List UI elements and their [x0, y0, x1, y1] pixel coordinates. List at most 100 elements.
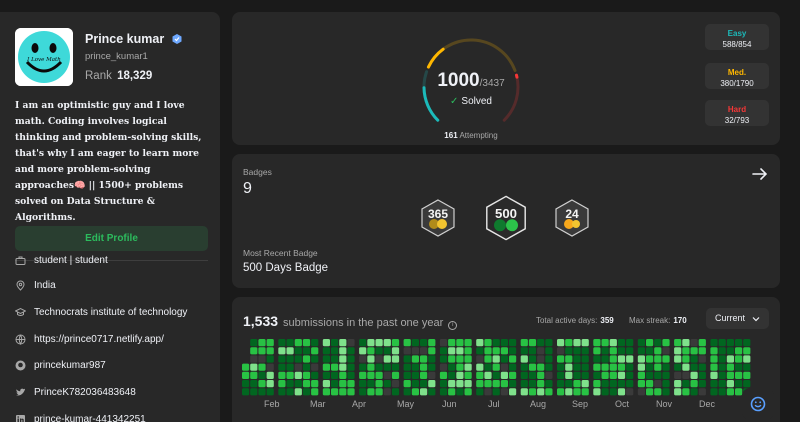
heatmap-cell[interactable] [266, 388, 274, 396]
heatmap-cell[interactable] [537, 371, 545, 379]
heatmap-cell[interactable] [698, 347, 706, 355]
heatmap-cell[interactable] [347, 380, 355, 388]
heatmap-cell[interactable] [573, 355, 581, 363]
difficulty-medium[interactable]: Med. 380/1790 [705, 63, 769, 89]
heatmap-cell[interactable] [718, 339, 726, 347]
heatmap-cell[interactable] [646, 388, 654, 396]
heatmap-cell[interactable] [509, 347, 517, 355]
heatmap-cell[interactable] [528, 347, 537, 355]
heatmap-cell[interactable] [581, 363, 589, 371]
heatmap-cell[interactable] [492, 339, 500, 347]
heatmap-cell[interactable] [242, 363, 250, 371]
heatmap-cell[interactable] [654, 380, 662, 388]
heatmap-cell[interactable] [710, 355, 718, 363]
heatmap-cell[interactable] [278, 388, 286, 396]
heatmap-cell[interactable] [662, 339, 670, 347]
heatmap-cell[interactable] [674, 388, 682, 396]
heatmap-cell[interactable] [411, 339, 419, 347]
heatmap-cell[interactable] [682, 388, 690, 396]
heatmap-cell[interactable] [286, 388, 294, 396]
heatmap-cell[interactable] [367, 388, 375, 396]
heatmap-cell[interactable] [545, 380, 553, 388]
heatmap-cell[interactable] [646, 347, 654, 355]
heatmap-cell[interactable] [537, 347, 545, 355]
heatmap-cell[interactable] [302, 347, 311, 355]
difficulty-hard[interactable]: Hard 32/793 [705, 100, 769, 126]
heatmap-cell[interactable] [242, 388, 250, 396]
heatmap-cell[interactable] [242, 380, 250, 388]
heatmap-cell[interactable] [698, 339, 706, 347]
heatmap-cell[interactable] [322, 347, 330, 355]
heatmap-cell[interactable] [439, 347, 448, 355]
heatmap-cell[interactable] [509, 363, 517, 371]
heatmap-cell[interactable] [331, 347, 339, 355]
edit-profile-button[interactable]: Edit Profile [15, 226, 208, 251]
heatmap-cell[interactable] [464, 363, 472, 371]
heatmap-cell[interactable] [302, 380, 311, 388]
heatmap-cell[interactable] [718, 363, 726, 371]
heatmap-cell[interactable] [339, 355, 347, 363]
heatmap-cell[interactable] [557, 371, 565, 379]
heatmap-cell[interactable] [537, 339, 545, 347]
heatmap-cell[interactable] [674, 363, 682, 371]
heatmap-cell[interactable] [375, 339, 383, 347]
heatmap-cell[interactable] [266, 347, 274, 355]
heatmap-cell[interactable] [403, 347, 411, 355]
heatmap-cell[interactable] [735, 339, 743, 347]
heatmap-cell[interactable] [557, 380, 565, 388]
heatmap-cell[interactable] [565, 363, 573, 371]
heatmap-cell[interactable] [403, 339, 411, 347]
heatmap-cell[interactable] [593, 347, 601, 355]
heatmap-cell[interactable] [322, 355, 330, 363]
365-days-badge-icon[interactable]: 365 [418, 198, 458, 238]
heatmap-cell[interactable] [428, 380, 436, 388]
heatmap-cell[interactable] [375, 355, 383, 363]
heatmap-cell[interactable] [492, 371, 500, 379]
heatmap-cell[interactable] [294, 363, 302, 371]
heatmap-cell[interactable] [573, 347, 581, 355]
heatmap-cell[interactable] [743, 380, 751, 388]
heatmap-cell[interactable] [573, 380, 581, 388]
heatmap-cell[interactable] [403, 371, 411, 379]
heatmap-cell[interactable] [331, 371, 339, 379]
heatmap-cell[interactable] [690, 339, 698, 347]
heatmap-cell[interactable] [484, 371, 492, 379]
heatmap-cell[interactable] [359, 388, 367, 396]
heatmap-cell[interactable] [492, 388, 500, 396]
heatmap-cell[interactable] [383, 347, 391, 355]
heatmap-cell[interactable] [250, 339, 258, 347]
2024-badge-icon[interactable]: 24 [552, 198, 592, 238]
heatmap-cell[interactable] [662, 388, 670, 396]
heatmap-cell[interactable] [464, 380, 472, 388]
heatmap-cell[interactable] [359, 355, 367, 363]
heatmap-cell[interactable] [242, 371, 250, 379]
heatmap-cell[interactable] [286, 339, 294, 347]
heatmap-cell[interactable] [286, 347, 294, 355]
heatmap-cell[interactable] [557, 363, 565, 371]
heatmap-cell[interactable] [311, 363, 319, 371]
heatmap-cell[interactable] [456, 363, 464, 371]
heatmap-cell[interactable] [428, 339, 436, 347]
heatmap-cell[interactable] [718, 380, 726, 388]
heatmap-cell[interactable] [500, 355, 508, 363]
heatmap-cell[interactable] [690, 355, 698, 363]
heatmap-cell[interactable] [492, 380, 500, 388]
heatmap-cell[interactable] [403, 380, 411, 388]
heatmap-cell[interactable] [500, 388, 508, 396]
heatmap-cell[interactable] [528, 371, 537, 379]
heatmap-cell[interactable] [391, 388, 400, 396]
heatmap-cell[interactable] [710, 371, 718, 379]
heatmap-cell[interactable] [383, 388, 391, 396]
heatmap-cell[interactable] [331, 380, 339, 388]
heatmap-cell[interactable] [690, 347, 698, 355]
heatmap-cell[interactable] [286, 355, 294, 363]
heatmap-cell[interactable] [428, 363, 436, 371]
heatmap-cell[interactable] [581, 355, 589, 363]
heatmap-cell[interactable] [367, 355, 375, 363]
heatmap-cell[interactable] [250, 363, 258, 371]
heatmap-cell[interactable] [456, 339, 464, 347]
heatmap-cell[interactable] [464, 339, 472, 347]
heatmap-cell[interactable] [626, 371, 634, 379]
heatmap-cell[interactable] [258, 355, 266, 363]
heatmap-cell[interactable] [464, 355, 472, 363]
